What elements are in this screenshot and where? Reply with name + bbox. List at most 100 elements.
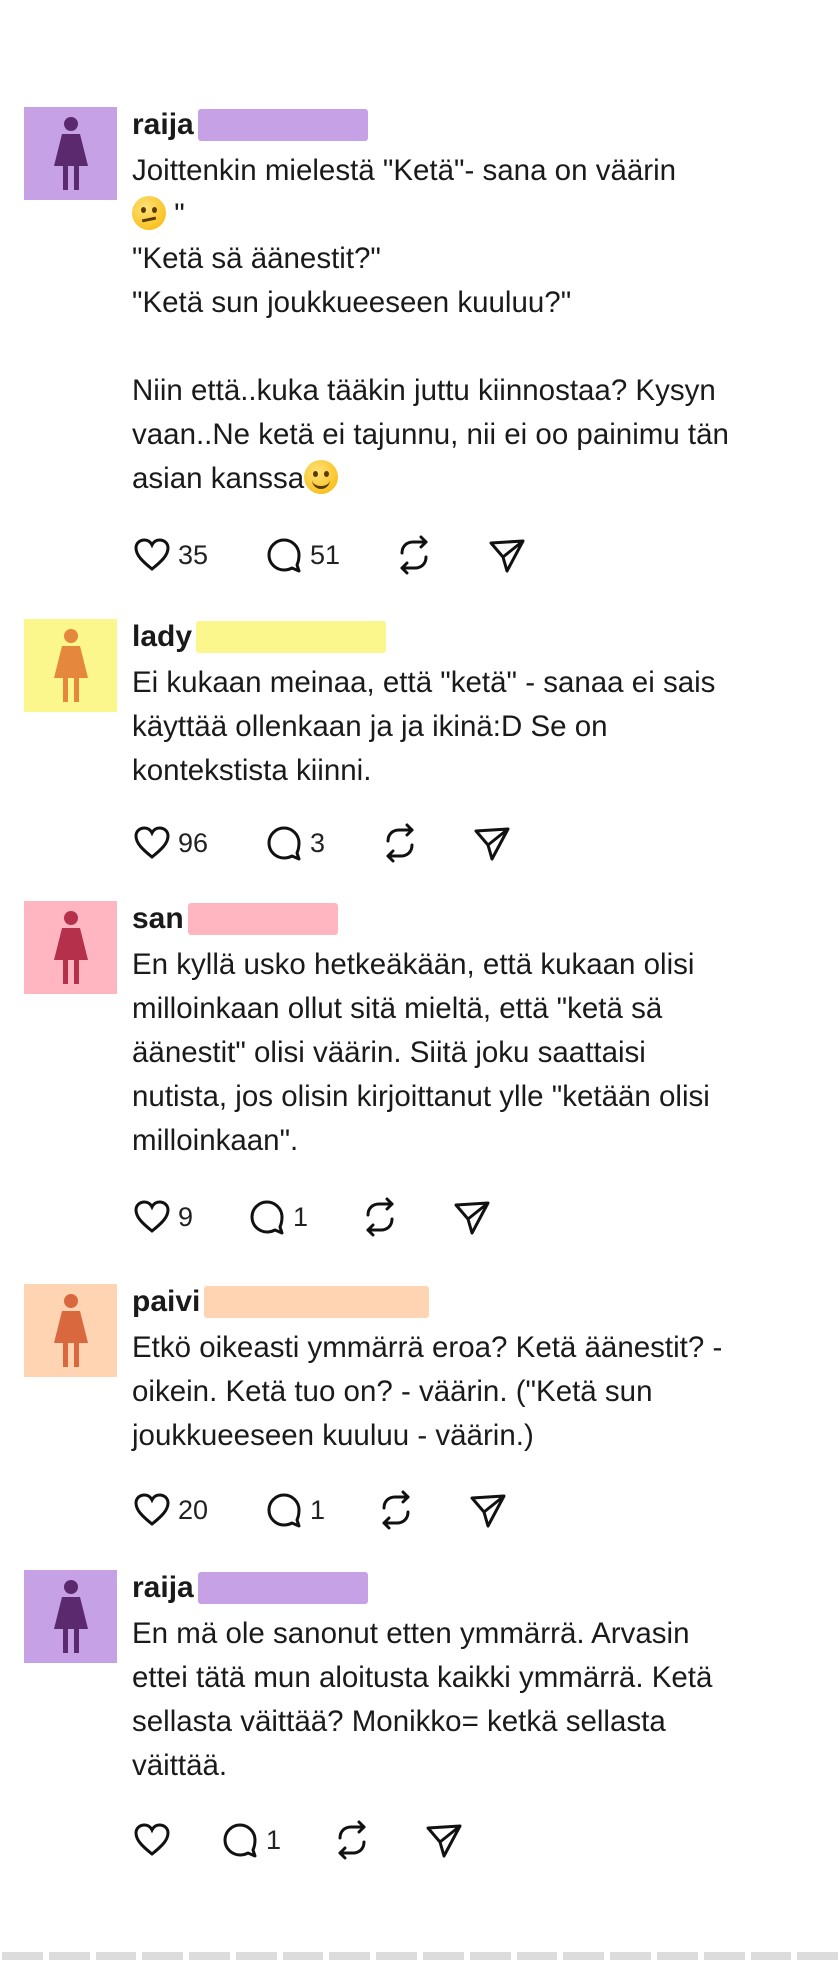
body-line: nutista, jos olisin kirjoittanut ylle "k… [132,1080,710,1113]
heart-icon [134,826,170,859]
body-line: Ei kukaan meinaa, että "ketä" - sanaa ei… [132,666,716,699]
action-bar: 20 1 [132,1488,632,1532]
heart-icon [134,1200,170,1233]
avatar[interactable] [24,1570,117,1663]
avatar[interactable] [24,901,117,994]
repost-button[interactable] [332,1818,372,1862]
post-body: En mä ole sanonut etten ymmärrä. Arvasin… [132,1612,822,1788]
post-body: Etkö oikeasti ymmärrä eroa? Ketä äänesti… [132,1326,822,1458]
body-line: käyttää ollenkaan ja ja ikinä:D Se on [132,710,608,743]
comment-count: 51 [310,539,341,570]
action-bar: 35 51 [132,533,632,577]
body-line: "Ketä sä äänestit?" [132,242,381,275]
like-count: 96 [178,827,209,858]
share-button[interactable] [468,1488,508,1532]
action-bar: 9 1 [132,1195,632,1239]
post-body: Ei kukaan meinaa, että "ketä" - sanaa ei… [132,661,822,793]
comment-button[interactable]: 1 [247,1195,308,1239]
repost-button[interactable] [380,821,420,865]
body-line: sellasta väittää? Monikko= ketkä sellast… [132,1705,666,1738]
heart-icon [134,1493,170,1526]
like-button[interactable] [132,1818,178,1862]
like-count: 35 [178,539,209,570]
body-line: Joittenkin mielestä "Ketä"- sana on väär… [132,154,677,187]
body-line: kontekstista kiinni. [132,754,372,787]
comment-button[interactable]: 51 [264,533,340,577]
repost-button[interactable] [394,533,434,577]
like-button[interactable]: 20 [132,1488,208,1532]
body-line: joukkueeseen kuuluu - väärin.) [132,1419,534,1452]
repost-icon [338,1820,366,1860]
like-count: 9 [178,1201,194,1232]
female-figure-icon [53,1293,88,1367]
body-line: En kyllä usko hetkeäkään, että kukaan ol… [132,948,695,981]
comment-button[interactable]: 1 [264,1488,325,1532]
like-button[interactable]: 9 [132,1195,193,1239]
send-icon [426,1824,462,1858]
body-line: oikein. Ketä tuo on? - väärin. ("Ketä su… [132,1375,653,1408]
comment-button[interactable]: 3 [264,821,325,865]
body-line: Niin että..kuka tääkin juttu kiinnostaa?… [132,374,716,407]
female-figure-icon [53,910,88,984]
heart-icon [134,1823,170,1856]
scroll-edge-divider [0,1952,840,1964]
like-button[interactable]: 96 [132,821,208,865]
like-button[interactable]: 35 [132,533,208,577]
body-line: milloinkaan". [132,1124,299,1157]
share-button[interactable] [452,1195,492,1239]
body-line: " [174,198,185,231]
redacted-name-bar [196,621,387,653]
share-button[interactable] [472,821,512,865]
body-line: milloinkaan ollut sitä mieltä, että "ket… [132,992,663,1025]
body-line: väittää. [132,1749,228,1782]
comment-bubble-icon [223,1823,257,1858]
redacted-name-bar [197,1572,368,1604]
share-button[interactable] [424,1818,464,1862]
avatar[interactable] [24,107,117,200]
body-line: asian kanssa [132,462,305,495]
send-icon [454,1201,490,1235]
post-body: En kyllä usko hetkeäkään, että kukaan ol… [132,943,822,1163]
username[interactable]: lady [132,619,192,655]
send-icon [489,539,525,573]
share-button[interactable] [487,533,527,577]
heart-icon [134,538,170,571]
comment-button[interactable]: 1 [220,1818,281,1862]
action-bar: 1 [132,1818,632,1862]
avatar[interactable] [24,619,117,712]
send-icon [474,827,510,861]
redacted-name-bar [187,903,338,935]
comment-bubble-icon [267,538,301,573]
smiling-face-icon [304,460,339,494]
redacted-name-bar [197,109,368,141]
comment-bubble-icon [267,1493,301,1528]
comment-count: 1 [310,1494,326,1525]
body-line: Etkö oikeasti ymmärrä eroa? Ketä äänesti… [132,1331,723,1364]
comment-count: 1 [266,1824,282,1855]
repost-button[interactable] [376,1488,416,1532]
body-line: En mä ole sanonut etten ymmärrä. Arvasin [132,1617,690,1650]
username[interactable]: raija [132,107,194,143]
avatar[interactable] [24,1284,117,1377]
body-line: "Ketä sun joukkueeseen kuuluu?" [132,286,572,319]
send-icon [470,1494,506,1528]
username[interactable]: paivi [132,1284,200,1320]
comment-bubble-icon [250,1200,284,1235]
thinking-face-icon [132,196,166,230]
username[interactable]: raija [132,1570,194,1606]
comment-bubble-icon [267,826,301,861]
username[interactable]: san [132,901,184,937]
female-figure-icon [53,628,88,702]
repost-icon [366,1197,394,1237]
like-count: 20 [178,1494,209,1525]
female-figure-icon [53,116,88,190]
body-line: vaan..Ne ketä ei tajunnu, nii ei oo pain… [132,418,729,451]
comment-count: 3 [310,827,326,858]
repost-icon [386,823,414,863]
body-line: ettei tätä mun aloitusta kaikki ymmärrä.… [132,1661,713,1694]
female-figure-icon [53,1579,88,1653]
repost-button[interactable] [360,1195,400,1239]
post-body: Joittenkin mielestä "Ketä"- sana on väär… [132,149,822,501]
comment-count: 1 [293,1201,309,1232]
repost-icon [400,535,428,575]
